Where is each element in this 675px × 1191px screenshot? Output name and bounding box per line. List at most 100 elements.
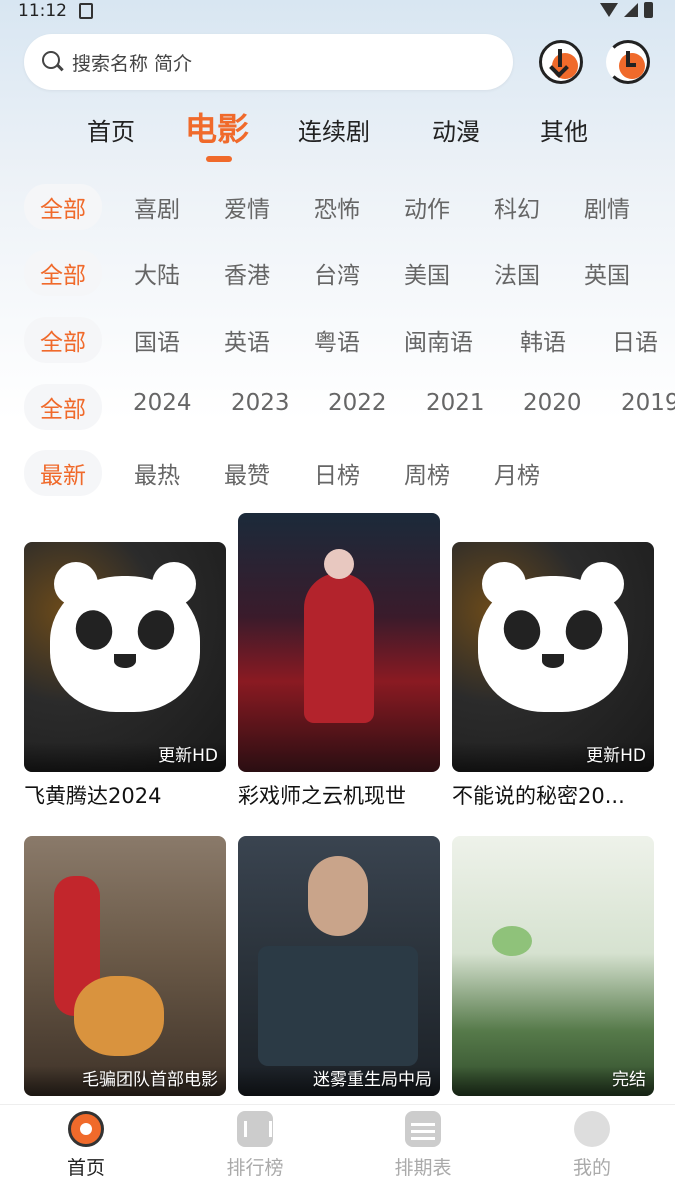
tab-movies[interactable]: 电影	[185, 104, 249, 150]
movie-poster[interactable]: 毛骗团队首部电影	[24, 836, 226, 1096]
tab-series[interactable]: 连续剧	[298, 112, 370, 147]
filter-sort-item[interactable]: 日榜	[314, 456, 360, 490]
battery-icon	[644, 2, 653, 18]
movie-poster[interactable]: 完结	[452, 836, 654, 1096]
filter-language-item[interactable]: 闽南语	[404, 323, 473, 357]
nav-home[interactable]: 首页	[36, 1111, 136, 1180]
filter-year-item[interactable]: 2022	[328, 390, 387, 416]
filter-region-item[interactable]: 香港	[224, 256, 270, 290]
notification-icon	[79, 3, 93, 19]
filter-language-item[interactable]: 韩语	[520, 323, 566, 357]
tab-home[interactable]: 首页	[87, 112, 135, 147]
movie-badge: 完结	[612, 1070, 646, 1090]
nav-label: 我的	[572, 1157, 611, 1179]
filter-sort-item[interactable]: 月榜	[494, 456, 540, 490]
movie-card[interactable]: 更新HD 不能说的秘密20...	[452, 542, 654, 810]
filter-sort-item[interactable]: 最热	[134, 456, 180, 490]
filter-genre-item[interactable]: 喜剧	[134, 190, 180, 224]
filter-region-item[interactable]: 英国	[584, 256, 630, 290]
movie-badge: 更新HD	[586, 746, 646, 766]
tab-other[interactable]: 其他	[540, 112, 588, 147]
poster-figure-head	[308, 856, 368, 936]
profile-icon	[574, 1111, 610, 1147]
filter-region-all[interactable]: 全部	[24, 250, 102, 296]
poster-leaf	[492, 926, 532, 956]
filter-language-item[interactable]: 国语	[134, 323, 180, 357]
movie-poster[interactable]: 更新HD	[24, 542, 226, 772]
nav-ranking[interactable]: 排行榜	[205, 1111, 305, 1180]
filter-genre-item[interactable]: 恐怖	[314, 190, 360, 224]
nav-label: 排期表	[394, 1157, 452, 1179]
filter-row-genre: 全部 喜剧 爱情 恐怖 动作 科幻 剧情	[0, 180, 675, 230]
filter-year-item[interactable]: 2021	[426, 390, 485, 416]
movie-card[interactable]: 更新HD 飞黄腾达2024	[24, 542, 226, 810]
filter-year-all[interactable]: 全部	[24, 384, 102, 430]
search-icon	[42, 51, 64, 73]
main-tabs: 首页 电影 连续剧 动漫 其他	[0, 100, 675, 170]
poster-figure	[304, 573, 374, 723]
filter-region-item[interactable]: 台湾	[314, 256, 360, 290]
nav-label: 首页	[66, 1157, 105, 1179]
filter-genre-all[interactable]: 全部	[24, 184, 102, 230]
movie-card[interactable]: 完结	[452, 836, 654, 1096]
filter-row-year: 全部 2024 2023 2022 2021 2020 2019	[0, 380, 675, 430]
filter-year-item[interactable]: 2024	[133, 390, 192, 416]
filter-language-all[interactable]: 全部	[24, 317, 102, 363]
movie-card[interactable]: 毛骗团队首部电影	[24, 836, 226, 1096]
filter-sort-item[interactable]: 最赞	[224, 456, 270, 490]
status-icons	[600, 2, 653, 18]
filter-row-sort: 最新 最热 最赞 日榜 周榜 月榜	[0, 446, 675, 496]
filter-genre-item[interactable]: 科幻	[494, 190, 540, 224]
movie-card[interactable]: 迷雾重生局中局	[238, 836, 440, 1096]
home-icon	[68, 1111, 104, 1147]
nav-label: 排行榜	[226, 1157, 284, 1179]
filter-year-item[interactable]: 2019	[621, 390, 675, 416]
download-icon	[558, 49, 562, 67]
download-button[interactable]	[539, 40, 583, 84]
search-placeholder: 搜索名称 简介	[72, 52, 193, 75]
movie-poster[interactable]: 更新HD	[452, 542, 654, 772]
nav-schedule[interactable]: 排期表	[373, 1111, 473, 1180]
filter-language-item[interactable]: 日语	[612, 323, 658, 357]
movie-title[interactable]: 彩戏师之云机现世	[238, 780, 440, 810]
movie-title[interactable]: 飞黄腾达2024	[24, 780, 226, 810]
movie-poster[interactable]: 迷雾重生局中局	[238, 836, 440, 1096]
search-input[interactable]: 搜索名称 简介	[24, 34, 513, 90]
filter-sort-latest[interactable]: 最新	[24, 450, 102, 496]
history-icon	[626, 51, 636, 67]
tab-anime[interactable]: 动漫	[432, 112, 480, 147]
movie-badge: 毛骗团队首部电影	[82, 1070, 218, 1090]
filter-row-language: 全部 国语 英语 粤语 闽南语 韩语 日语	[0, 313, 675, 363]
poster-figure-group	[258, 946, 418, 1066]
poster-figure-head	[324, 549, 354, 579]
panda-placeholder-icon	[478, 562, 628, 712]
filter-year-item[interactable]: 2020	[523, 390, 582, 416]
status-time: 11:12	[18, 1, 67, 21]
poster-dog	[74, 976, 164, 1056]
history-button[interactable]	[606, 40, 650, 84]
movie-card[interactable]: 彩戏师之云机现世	[238, 513, 440, 810]
filter-region-item[interactable]: 法国	[494, 256, 540, 290]
status-bar: 11:12	[0, 0, 675, 22]
wifi-icon	[600, 3, 618, 17]
filter-language-item[interactable]: 粤语	[314, 323, 360, 357]
signal-icon	[624, 3, 638, 17]
filter-language-item[interactable]: 英语	[224, 323, 270, 357]
filter-sort-item[interactable]: 周榜	[404, 456, 450, 490]
nav-profile[interactable]: 我的	[542, 1111, 642, 1180]
bottom-nav: 首页 排行榜 排期表 我的	[0, 1104, 675, 1191]
filter-genre-item[interactable]: 剧情	[584, 190, 630, 224]
active-tab-indicator	[206, 156, 232, 162]
panda-placeholder-icon	[50, 562, 200, 712]
schedule-icon	[405, 1111, 441, 1147]
movie-title[interactable]: 不能说的秘密20...	[452, 780, 654, 810]
filter-region-item[interactable]: 大陆	[134, 256, 180, 290]
ranking-icon	[237, 1111, 273, 1147]
filter-region-item[interactable]: 美国	[404, 256, 450, 290]
filter-row-region: 全部 大陆 香港 台湾 美国 法国 英国	[0, 246, 675, 296]
movie-poster[interactable]	[238, 513, 440, 772]
movie-badge: 更新HD	[158, 746, 218, 766]
filter-year-item[interactable]: 2023	[231, 390, 290, 416]
filter-genre-item[interactable]: 爱情	[224, 190, 270, 224]
filter-genre-item[interactable]: 动作	[404, 190, 450, 224]
